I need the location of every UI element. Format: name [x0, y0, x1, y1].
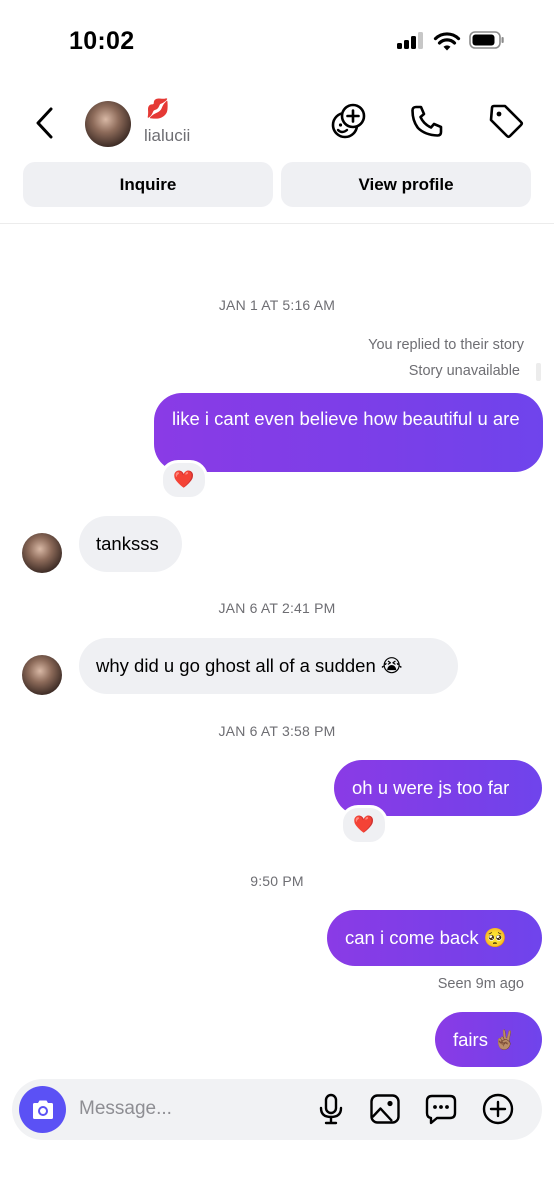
message-dots-icon[interactable]	[424, 1092, 458, 1126]
message-input[interactable]	[79, 1094, 299, 1124]
story-indicator	[536, 363, 541, 381]
inquire-button[interactable]: Inquire	[23, 162, 273, 207]
chevron-left-icon[interactable]	[34, 106, 56, 140]
message-bubble-outgoing[interactable]: like i cant even believe how beautiful u…	[154, 393, 543, 472]
plus-circle-icon[interactable]	[481, 1092, 515, 1126]
add-sticker-icon[interactable]	[330, 102, 368, 140]
message-bubble-outgoing[interactable]: fairs ✌🏽	[435, 1012, 542, 1067]
reaction-heart[interactable]: ❤️	[160, 460, 208, 500]
wifi-icon	[433, 32, 461, 51]
view-profile-button[interactable]: View profile	[281, 162, 531, 207]
message-bubble-outgoing[interactable]: can i come back 🥺	[327, 910, 542, 966]
tag-icon[interactable]	[487, 102, 525, 140]
camera-icon	[32, 1100, 53, 1119]
story-reply-label: You replied to their story	[368, 337, 524, 353]
avatar[interactable]	[85, 101, 131, 147]
phone-icon[interactable]	[408, 102, 446, 140]
message-bubble-incoming[interactable]: tanksss	[79, 516, 182, 572]
microphone-icon[interactable]	[314, 1092, 348, 1126]
seen-status: Seen 9m ago	[437, 976, 524, 992]
username-emoji: 💋	[146, 99, 170, 120]
header-divider	[0, 223, 554, 224]
timestamp: JAN 6 AT 3:58 PM	[218, 723, 336, 739]
timestamp: JAN 1 AT 5:16 AM	[218, 297, 336, 313]
reaction-heart[interactable]: ❤️	[340, 805, 388, 845]
story-unavailable-label[interactable]: Story unavailable	[409, 363, 520, 379]
battery-icon	[469, 31, 504, 49]
message-bubble-incoming[interactable]: why did u go ghost all of a sudden 😭	[79, 638, 458, 694]
signal-icon	[397, 32, 423, 49]
username[interactable]: lialucii	[144, 126, 190, 146]
timestamp: JAN 6 AT 2:41 PM	[218, 600, 336, 616]
camera-button[interactable]	[19, 1086, 66, 1133]
timestamp: 9:50 PM	[250, 873, 304, 889]
status-time: 10:02	[69, 27, 135, 55]
avatar[interactable]	[22, 655, 62, 695]
avatar[interactable]	[22, 533, 62, 573]
image-icon[interactable]	[368, 1092, 402, 1126]
